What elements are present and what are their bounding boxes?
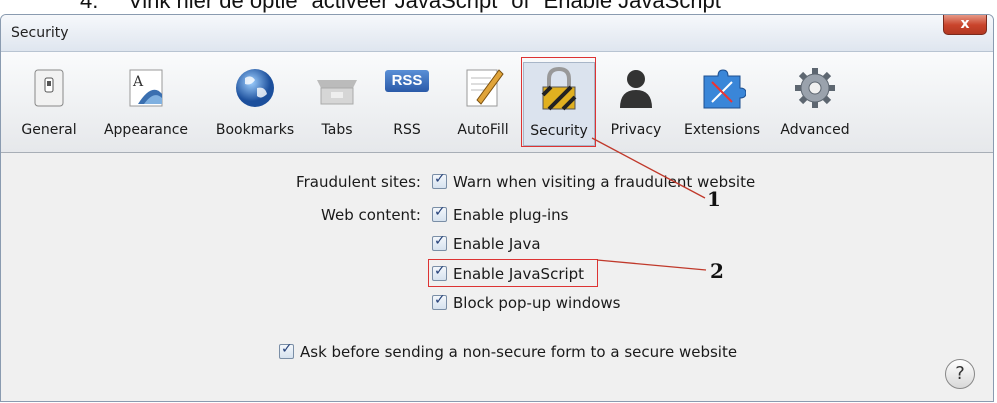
enable-java-option[interactable]: Enable Java xyxy=(432,233,541,253)
tab-privacy[interactable]: Privacy xyxy=(603,62,669,146)
help-button[interactable]: ? xyxy=(945,359,975,389)
tabs-icon xyxy=(313,64,361,112)
tab-label: RSS xyxy=(393,122,421,138)
tab-bookmarks[interactable]: Bookmarks xyxy=(207,62,303,146)
tab-label: Extensions xyxy=(683,122,761,138)
tab-label: General xyxy=(21,122,77,138)
rss-icon: RSS xyxy=(383,64,431,112)
ask-nonsecure-form-checkbox[interactable] xyxy=(279,341,294,359)
warn-fraudulent-checkbox[interactable] xyxy=(432,171,447,189)
checkbox-label: Enable plug-ins xyxy=(453,206,569,224)
puzzle-compass-icon xyxy=(698,64,747,112)
block-popups-checkbox[interactable] xyxy=(432,292,447,310)
title-bar: Security x xyxy=(1,15,993,52)
security-highlight-box xyxy=(521,57,596,147)
tab-tabs[interactable]: Tabs xyxy=(313,62,361,146)
autofill-pencil-icon xyxy=(459,64,507,112)
caption-number: 4. xyxy=(80,0,99,13)
annotation-number-1: 1 xyxy=(707,187,721,211)
rss-badge: RSS xyxy=(385,70,429,92)
enable-plugins-option[interactable]: Enable plug-ins xyxy=(432,204,569,224)
tab-rss[interactable]: RSS RSS xyxy=(379,62,435,146)
tab-label: Tabs xyxy=(321,122,353,138)
web-content-label: Web content: xyxy=(321,206,421,224)
enable-plugins-checkbox[interactable] xyxy=(432,204,447,222)
javascript-highlight-box xyxy=(428,259,598,287)
tab-autofill[interactable]: AutoFill xyxy=(449,62,517,146)
tab-label: Privacy xyxy=(610,122,662,138)
svg-text:A: A xyxy=(132,74,144,90)
close-button[interactable]: x xyxy=(943,15,987,35)
enable-java-checkbox[interactable] xyxy=(432,233,447,251)
window-title: Security xyxy=(11,25,69,41)
fraudulent-sites-label: Fraudulent sites: xyxy=(296,173,421,191)
checkbox-label: Block pop-up windows xyxy=(453,294,621,312)
caption-text: Vink hier de optie "activeer JavaScript"… xyxy=(128,0,729,13)
tab-label: Appearance xyxy=(103,122,189,138)
block-popups-option[interactable]: Block pop-up windows xyxy=(432,292,621,312)
gears-icon xyxy=(791,64,839,112)
globe-icon xyxy=(231,64,279,112)
checkbox-label: Enable Java xyxy=(453,235,541,253)
tab-label: Bookmarks xyxy=(215,122,295,138)
tab-extensions[interactable]: Extensions xyxy=(677,62,767,146)
ask-nonsecure-form-option[interactable]: Ask before sending a non-secure form to … xyxy=(279,341,738,361)
preferences-window: Security x General A Appearance Bookmark… xyxy=(0,14,994,402)
annotation-number-2: 2 xyxy=(710,259,724,283)
general-switch-icon xyxy=(25,64,73,112)
appearance-icon: A xyxy=(122,64,170,112)
tab-general[interactable]: General xyxy=(19,62,79,146)
tab-advanced[interactable]: Advanced xyxy=(773,62,857,146)
tab-label: AutoFill xyxy=(457,122,509,138)
tab-appearance[interactable]: A Appearance xyxy=(93,62,199,146)
security-pane: Fraudulent sites: Warn when visiting a f… xyxy=(1,153,993,401)
tab-label: Advanced xyxy=(780,122,850,138)
checkbox-label: Ask before sending a non-secure form to … xyxy=(300,343,738,361)
person-icon xyxy=(612,64,660,112)
preferences-toolbar: General A Appearance Bookmarks Tabs RSS … xyxy=(1,52,993,153)
